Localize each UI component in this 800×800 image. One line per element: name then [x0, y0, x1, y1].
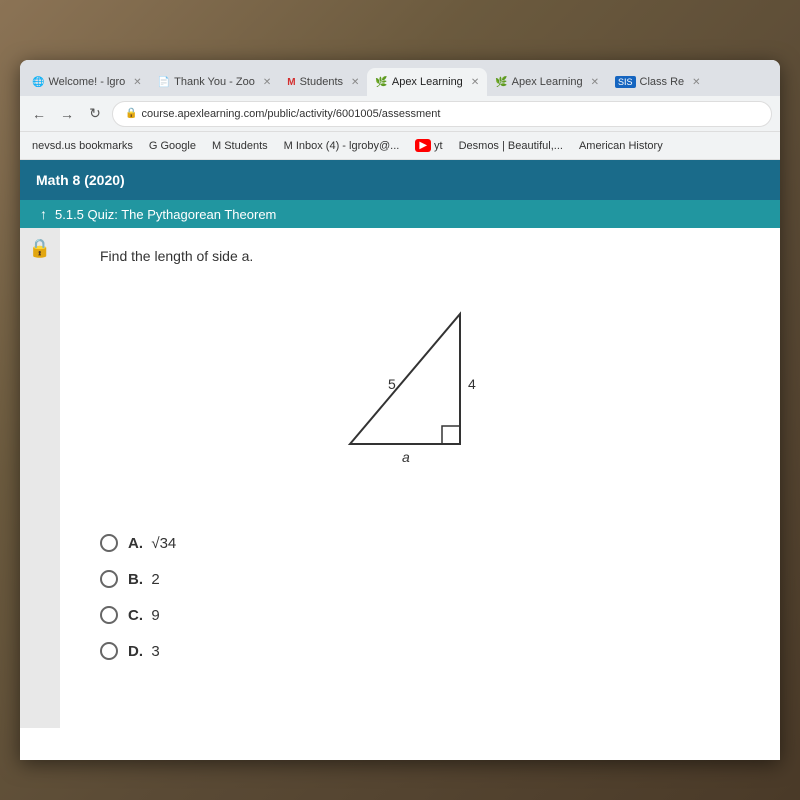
- bookmark-nevsd[interactable]: nevsd.us bookmarks: [28, 138, 137, 154]
- radio-b[interactable]: [100, 570, 118, 588]
- tab-welcome-icon: 🌐: [32, 77, 44, 88]
- tab-apex-2-close[interactable]: ✕: [591, 77, 599, 88]
- tab-apex-2-icon: 🌿: [495, 77, 507, 88]
- apex-header: Math 8 (2020): [20, 160, 780, 200]
- tab-students[interactable]: M Students ✕: [279, 68, 367, 96]
- answer-choice-c[interactable]: C. 9: [100, 606, 740, 624]
- tab-class-icon: SIS: [615, 76, 636, 88]
- bookmark-students[interactable]: M Students: [208, 138, 272, 154]
- quiz-question-area: Find the length of side a. 5 4: [60, 228, 780, 524]
- answer-b-label: B. 2: [128, 571, 160, 588]
- tab-thank-you[interactable]: 📄 Thank You - Zoo ✕: [150, 68, 280, 96]
- svg-text:5: 5: [388, 376, 396, 392]
- answer-choice-b[interactable]: B. 2: [100, 570, 740, 588]
- quiz-section-header: ↑ 5.1.5 Quiz: The Pythagorean Theorem: [20, 200, 780, 228]
- triangle-diagram: 5 4 a: [100, 284, 740, 464]
- quiz-arrow-icon: ↑: [40, 206, 47, 222]
- bookmark-yt[interactable]: ▶ yt: [411, 137, 446, 154]
- address-bar-row: ← → ↻ 🔒 course.apexlearning.com/public/a…: [20, 96, 780, 132]
- tab-welcome[interactable]: 🌐 Welcome! - lgro ✕: [24, 68, 150, 96]
- answer-choice-a[interactable]: A. √34: [100, 534, 740, 552]
- tab-welcome-close[interactable]: ✕: [133, 77, 141, 88]
- quiz-section-title: 5.1.5 Quiz: The Pythagorean Theorem: [55, 207, 276, 222]
- tab-thank-you-close[interactable]: ✕: [263, 77, 271, 88]
- apex-course-title: Math 8 (2020): [36, 172, 125, 188]
- tab-students-icon: M: [287, 77, 295, 88]
- tab-apex-1-close[interactable]: ✕: [471, 77, 479, 88]
- triangle-svg: 5 4 a: [320, 284, 520, 464]
- tab-thank-you-icon: 📄: [158, 77, 170, 88]
- svg-text:4: 4: [468, 376, 476, 392]
- refresh-button[interactable]: ↻: [84, 103, 106, 125]
- tab-students-close[interactable]: ✕: [351, 77, 359, 88]
- tab-apex-1-icon: 🌿: [375, 77, 387, 88]
- answer-choices: A. √34 B. 2 C. 9: [60, 524, 780, 688]
- url-text: course.apexlearning.com/public/activity/…: [141, 108, 440, 120]
- bookmarks-bar: nevsd.us bookmarks G Google M Students M…: [20, 132, 780, 160]
- radio-c[interactable]: [100, 606, 118, 624]
- address-input[interactable]: 🔒 course.apexlearning.com/public/activit…: [112, 101, 772, 127]
- bookmark-inbox[interactable]: M Inbox (4) - lgroby@...: [280, 138, 404, 154]
- answer-d-label: D. 3: [128, 643, 160, 660]
- tab-class[interactable]: SIS Class Re ✕: [607, 68, 709, 96]
- sidebar-lock-icon: 🔒: [29, 238, 51, 259]
- main-quiz-area: Find the length of side a. 5 4: [60, 228, 780, 728]
- svg-text:a: a: [402, 449, 410, 464]
- bookmark-american-history[interactable]: American History: [575, 138, 667, 154]
- answer-choice-d[interactable]: D. 3: [100, 642, 740, 660]
- answer-a-label: A. √34: [128, 535, 176, 552]
- bookmark-desmos[interactable]: Desmos | Beautiful,...: [455, 138, 567, 154]
- apex-sidebar: 🔒: [20, 228, 60, 728]
- lock-icon: 🔒: [125, 108, 137, 119]
- answer-c-label: C. 9: [128, 607, 160, 624]
- tab-class-close[interactable]: ✕: [692, 77, 700, 88]
- back-button[interactable]: ←: [28, 103, 50, 125]
- content-with-sidebar: 🔒 Find the length of side a.: [20, 228, 780, 728]
- forward-button[interactable]: →: [56, 103, 78, 125]
- tab-bar: 🌐 Welcome! - lgro ✕ 📄 Thank You - Zoo ✕ …: [20, 60, 780, 96]
- quiz-instruction: Find the length of side a.: [100, 248, 740, 264]
- tab-apex-2[interactable]: 🌿 Apex Learning ✕: [487, 68, 607, 96]
- radio-d[interactable]: [100, 642, 118, 660]
- bookmark-google[interactable]: G Google: [145, 138, 200, 154]
- tab-apex-1[interactable]: 🌿 Apex Learning ✕: [367, 68, 487, 96]
- radio-a[interactable]: [100, 534, 118, 552]
- browser-window: 🌐 Welcome! - lgro ✕ 📄 Thank You - Zoo ✕ …: [20, 60, 780, 760]
- page-content: Math 8 (2020) ↑ 5.1.5 Quiz: The Pythagor…: [20, 160, 780, 760]
